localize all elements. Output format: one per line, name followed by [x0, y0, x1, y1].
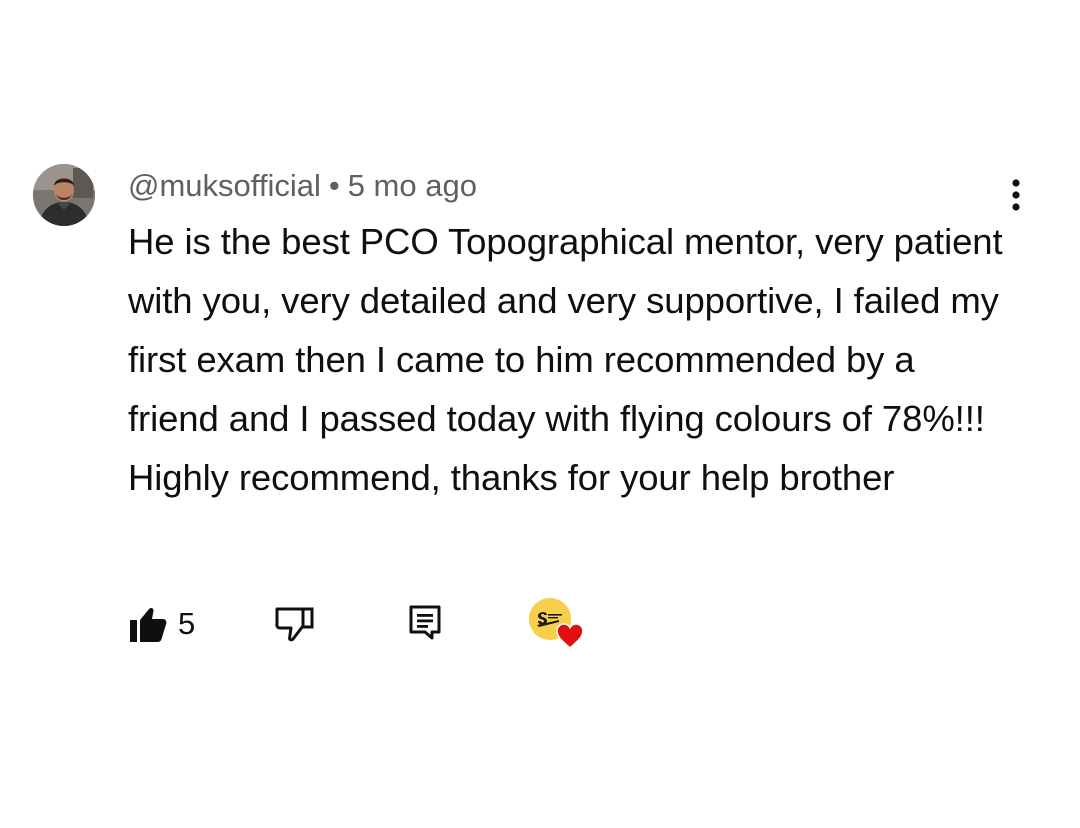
- creator-heart-badge: [529, 598, 585, 650]
- comment-timestamp[interactable]: 5 mo ago: [348, 168, 477, 203]
- author-avatar[interactable]: [33, 164, 95, 226]
- comment-action-bar: 5: [0, 598, 1080, 654]
- more-actions-button[interactable]: [1002, 176, 1030, 214]
- comment-text: He is the best PCO Topographical mentor,…: [128, 221, 1003, 498]
- thumbs-down-outline-icon: [275, 607, 314, 642]
- thumbs-up-filled-icon: [130, 607, 167, 642]
- reply-comment-icon: [409, 605, 441, 640]
- more-vertical-icon: [1012, 179, 1020, 211]
- red-heart-icon: [556, 623, 584, 649]
- dislike-button[interactable]: [273, 604, 317, 644]
- reply-button[interactable]: [408, 604, 442, 640]
- comment-meta: @muksofficial • 5 mo ago: [128, 166, 477, 206]
- meta-separator: •: [328, 168, 340, 203]
- like-count: 5: [178, 606, 196, 641]
- author-handle[interactable]: @muksofficial: [128, 168, 321, 203]
- author-avatar-image: [33, 164, 95, 226]
- like-button[interactable]: [128, 604, 168, 644]
- comment-thread-item: @muksofficial • 5 mo ago He is the best PC…: [0, 0, 1080, 828]
